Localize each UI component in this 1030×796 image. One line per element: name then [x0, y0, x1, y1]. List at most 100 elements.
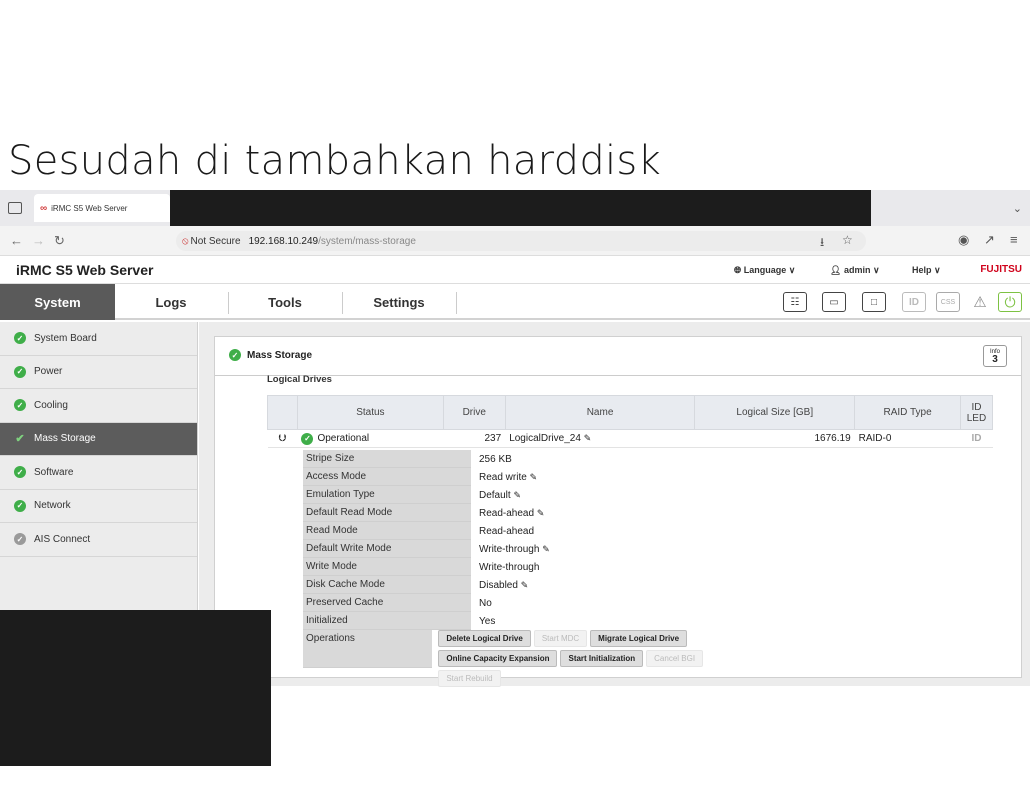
- status-cell: ✓ Operational: [297, 429, 444, 448]
- browser-tab[interactable]: ∞ iRMC S5 Web Server: [34, 194, 170, 222]
- sidebar-item-mass-storage[interactable]: ✔ Mass Storage: [0, 422, 197, 456]
- sidebar-item-system-board[interactable]: ✓ System Board: [0, 322, 197, 356]
- tab-settings[interactable]: Settings: [343, 284, 455, 320]
- operations-buttons: Delete Logical Drive Start MDC Migrate L…: [432, 630, 763, 687]
- tab-title: iRMC S5 Web Server: [51, 203, 128, 213]
- section-title: Logical Drives: [267, 374, 332, 385]
- url-path: /system/mass-storage: [318, 235, 416, 247]
- detail-value: No: [479, 597, 492, 609]
- detail-value: Read-ahead ✎: [471, 508, 544, 519]
- detail-row: Disk Cache Mode Disabled ✎: [303, 576, 763, 594]
- column-header-raid: RAID Type: [854, 395, 961, 430]
- detail-row: Access Mode Read write ✎: [303, 468, 763, 486]
- collapse-icon[interactable]: ⮋: [267, 429, 298, 448]
- tab-list-icon[interactable]: [8, 202, 22, 214]
- cancel-bgi-button[interactable]: Cancel BGI: [646, 650, 704, 667]
- back-icon[interactable]: ←: [10, 233, 23, 248]
- sidebar-item-ais-connect[interactable]: ✓ AIS Connect: [0, 523, 197, 557]
- fujitsu-logo: FUJITSU: [980, 264, 1022, 275]
- id-led-icon[interactable]: ID: [902, 292, 926, 312]
- sidebar: ✓ System Board ✓ Power ✓ Cooling ✔ Mass Stor…: [0, 322, 198, 612]
- sidebar-item-label: Power: [34, 366, 63, 378]
- sidebar-item-network[interactable]: ✓ Network: [0, 490, 197, 523]
- warning-icon[interactable]: ⚠︎: [968, 292, 992, 312]
- power-icon[interactable]: ⏻: [998, 292, 1022, 312]
- tab-system[interactable]: System: [0, 284, 115, 320]
- css-icon[interactable]: CSS: [936, 292, 960, 312]
- detail-key: Default Read Mode: [303, 504, 471, 522]
- browser-tabbar: ∞ iRMC S5 Web Server ⌄: [0, 190, 1030, 226]
- help-menu[interactable]: Help ∨: [912, 265, 941, 276]
- info-badge[interactable]: Info 3: [983, 345, 1007, 367]
- detail-value: Default ✎: [471, 490, 521, 501]
- share-icon[interactable]: ↗: [984, 232, 995, 248]
- start-rebuild-button[interactable]: Start Rebuild: [438, 670, 501, 687]
- start-mdc-button[interactable]: Start MDC: [533, 630, 588, 647]
- detail-key: Read Mode: [303, 522, 471, 540]
- status-ok-icon: ✓: [14, 466, 26, 479]
- status-ok-icon: ✔: [15, 433, 25, 446]
- grid-icon[interactable]: ☷: [783, 292, 807, 312]
- detail-value: Write-through: [479, 561, 540, 573]
- forward-icon[interactable]: →: [32, 233, 45, 248]
- edit-icon[interactable]: ✎: [521, 580, 529, 590]
- detail-row: Default Write Mode Write-through ✎: [303, 540, 763, 558]
- edit-icon[interactable]: ✎: [513, 490, 521, 500]
- account-icon[interactable]: ◉: [958, 232, 969, 248]
- detail-key: Emulation Type: [303, 486, 471, 504]
- chevron-down-icon[interactable]: ⌄: [1013, 202, 1022, 215]
- menu-icon[interactable]: ≡: [1010, 232, 1018, 247]
- table-row[interactable]: ⮋ ✓ Operational 237 LogicalDrive_24 ✎ 167…: [267, 429, 993, 448]
- chat-icon[interactable]: ▭: [822, 292, 846, 312]
- user-menu[interactable]: 👤︎ admin ∨: [830, 265, 880, 276]
- address-bar: ← → ↻ ⦸ Not Secure 192.168.10.249 /syste…: [0, 226, 1030, 256]
- console-icon[interactable]: □: [862, 292, 886, 312]
- tab-logs[interactable]: Logs: [115, 284, 227, 320]
- panel-title-text: Mass Storage: [247, 349, 313, 361]
- detail-value: Read-ahead: [479, 525, 535, 537]
- sidebar-item-label: System Board: [34, 332, 97, 344]
- reload-icon[interactable]: ↻: [54, 233, 65, 249]
- online-capacity-expansion-button[interactable]: Online Capacity Expansion: [438, 650, 558, 667]
- install-app-icon[interactable]: ⭳: [820, 233, 824, 254]
- column-header-status: Status: [296, 395, 444, 430]
- language-menu[interactable]: 🌐︎ Language ∨: [734, 265, 795, 276]
- drive-name: LogicalDrive_24: [509, 433, 581, 444]
- detail-row: Default Read Mode Read-ahead ✎: [303, 504, 763, 522]
- detail-row: Emulation Type Default ✎: [303, 486, 763, 504]
- detail-value: Disabled ✎: [471, 580, 528, 591]
- delete-logical-drive-button[interactable]: Delete Logical Drive: [438, 630, 531, 647]
- panel-title: ✓ Mass Storage: [229, 349, 312, 361]
- sidebar-item-cooling[interactable]: ✓ Cooling: [0, 389, 197, 423]
- column-header-id-led: ID LED: [959, 395, 994, 430]
- status-ok-icon: ✓: [301, 432, 314, 445]
- detail-key: Operations: [303, 630, 433, 668]
- column-header-drive: Drive: [442, 395, 506, 430]
- start-initialization-button[interactable]: Start Initialization: [560, 650, 644, 667]
- edit-icon[interactable]: ✎: [584, 433, 592, 443]
- url-field[interactable]: ⦸ Not Secure 192.168.10.249 /system/mass…: [176, 231, 866, 251]
- edit-icon[interactable]: ✎: [530, 472, 538, 482]
- slide-title: Sesudah di tambahkan harddisk: [8, 138, 662, 184]
- column-header-size: Logical Size [GB]: [694, 395, 856, 430]
- detail-key: Default Write Mode: [303, 540, 471, 558]
- sidebar-item-label: Cooling: [34, 399, 68, 411]
- id-led-button[interactable]: ID: [960, 429, 993, 448]
- detail-value-text: Write-through: [479, 543, 540, 555]
- sidebar-item-power[interactable]: ✓ Power: [0, 356, 197, 389]
- divider: [215, 375, 1021, 376]
- drive-details: Stripe Size 256 KB Access Mode Read write …: [303, 450, 763, 687]
- tab-tools[interactable]: Tools: [229, 284, 341, 320]
- detail-key: Access Mode: [303, 468, 471, 486]
- detail-value-text: Default: [479, 489, 511, 501]
- mass-storage-panel: ✓ Mass Storage Info 3 Logical Drives Sta…: [214, 336, 1022, 687]
- detail-row: Read Mode Read-ahead: [303, 522, 763, 540]
- bookmark-star-icon[interactable]: ☆: [842, 233, 853, 247]
- sidebar-item-software[interactable]: ✓ Software: [0, 456, 197, 490]
- migrate-logical-drive-button[interactable]: Migrate Logical Drive: [590, 630, 688, 647]
- edit-icon[interactable]: ✎: [537, 508, 545, 518]
- detail-value-text: Read write: [479, 471, 527, 483]
- help-label: Help: [912, 265, 932, 275]
- edit-icon[interactable]: ✎: [542, 544, 550, 554]
- status-ok-icon: ✓: [14, 499, 26, 512]
